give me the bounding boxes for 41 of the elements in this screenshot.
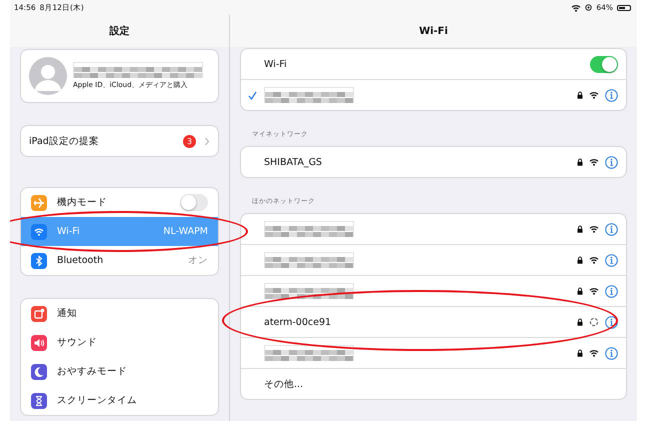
info-icon[interactable] bbox=[605, 88, 618, 102]
lock-icon bbox=[577, 349, 583, 357]
wifi-title: Wi-Fi bbox=[230, 15, 637, 47]
suggestion-label: iPad設定の提案 bbox=[29, 134, 99, 148]
settings-title: 設定 bbox=[10, 15, 229, 47]
lock-icon bbox=[577, 225, 583, 233]
info-icon[interactable] bbox=[605, 316, 618, 328]
sidebar-item[interactable]: スクリーンタイム bbox=[21, 386, 218, 415]
setting-value: オン bbox=[188, 254, 208, 267]
sidebar-item[interactable]: サウンド bbox=[21, 328, 218, 357]
sidebar-item[interactable]: おやすみモード bbox=[21, 357, 218, 386]
lock-icon bbox=[577, 158, 583, 166]
chevron-icon bbox=[204, 136, 210, 146]
sidebar-item[interactable]: Bluetooth オン bbox=[21, 246, 218, 275]
info-icon[interactable] bbox=[605, 156, 618, 168]
lock-icon bbox=[577, 91, 583, 99]
suggestion-item[interactable]: iPad設定の提案 3 bbox=[20, 125, 219, 157]
avatar-placeholder bbox=[29, 57, 67, 95]
info-icon[interactable] bbox=[605, 346, 618, 360]
lock-icon bbox=[577, 287, 583, 295]
setting-value: NL-WAPM bbox=[163, 226, 208, 237]
network-name: SHIBATA_GS bbox=[264, 156, 322, 168]
toggle-switch[interactable] bbox=[180, 194, 208, 211]
network-name: aterm-00ce91 bbox=[264, 316, 332, 328]
wifi-label: Wi-Fi bbox=[264, 58, 288, 70]
sidebar-item[interactable]: 機内モード bbox=[21, 188, 218, 217]
lock-icon bbox=[577, 256, 583, 264]
network-item[interactable]: aterm-00ce91 bbox=[241, 306, 626, 337]
sidebar-item[interactable]: 通知 bbox=[21, 299, 218, 328]
network-item[interactable]: SHIBATA_GS bbox=[241, 147, 626, 177]
battery-icon bbox=[617, 4, 631, 10]
info-icon[interactable] bbox=[605, 254, 618, 266]
info-icon[interactable] bbox=[605, 284, 618, 298]
wifi-icon bbox=[589, 91, 599, 99]
wifi-icon bbox=[571, 4, 582, 12]
lock-icon bbox=[577, 318, 583, 326]
notification-badge: 3 bbox=[183, 134, 196, 148]
other-network-item[interactable]: その他... bbox=[241, 368, 626, 399]
toggle-switch[interactable] bbox=[590, 56, 618, 72]
rotation-lock-icon bbox=[585, 4, 592, 11]
info-icon[interactable] bbox=[605, 222, 618, 236]
